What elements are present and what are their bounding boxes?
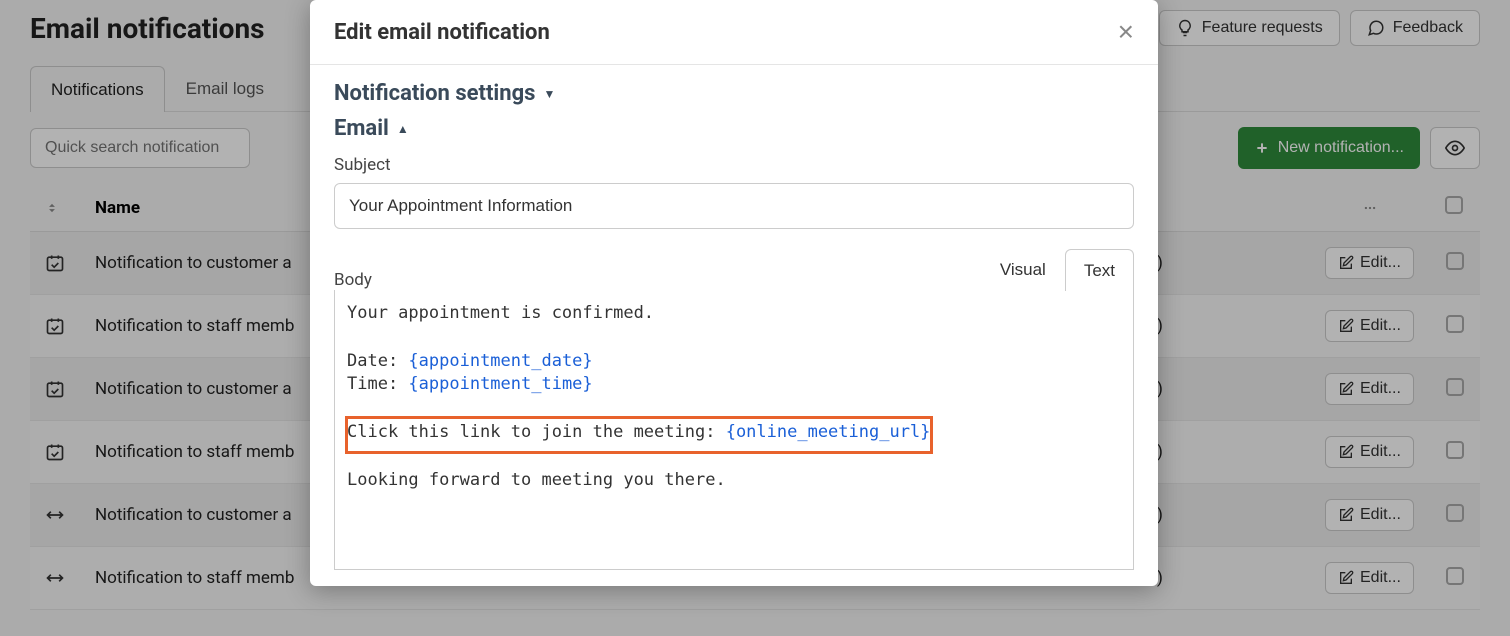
body-line: Time: bbox=[347, 374, 408, 394]
token-online-meeting-url: {online_meeting_url} bbox=[726, 422, 931, 442]
body-label: Body bbox=[334, 270, 372, 290]
subject-label: Subject bbox=[334, 155, 1134, 175]
body-line: Date: bbox=[347, 351, 408, 371]
body-editor[interactable]: Your appointment is confirmed. Date: {ap… bbox=[334, 290, 1134, 570]
token-appointment-time: {appointment_time} bbox=[408, 374, 592, 394]
close-icon[interactable]: × bbox=[1118, 18, 1134, 46]
body-line: Looking forward to meeting you there. bbox=[347, 470, 726, 490]
notification-settings-section[interactable]: Notification settings ▼ bbox=[334, 81, 1134, 106]
token-appointment-date: {appointment_date} bbox=[408, 351, 592, 371]
body-line: Click this link to join the meeting: bbox=[347, 422, 726, 442]
notification-settings-label: Notification settings bbox=[334, 81, 535, 106]
caret-down-icon: ▼ bbox=[543, 87, 555, 101]
modal-title: Edit email notification bbox=[334, 20, 550, 45]
edit-notification-modal: Edit email notification × Notification s… bbox=[310, 0, 1158, 586]
body-tab-text[interactable]: Text bbox=[1065, 249, 1134, 291]
subject-input[interactable] bbox=[334, 183, 1134, 229]
email-section[interactable]: Email ▲ bbox=[334, 116, 1134, 141]
caret-up-icon: ▲ bbox=[397, 122, 409, 136]
email-section-label: Email bbox=[334, 116, 389, 141]
body-tab-visual[interactable]: Visual bbox=[981, 249, 1065, 290]
body-line: Your appointment is confirmed. bbox=[347, 303, 654, 323]
